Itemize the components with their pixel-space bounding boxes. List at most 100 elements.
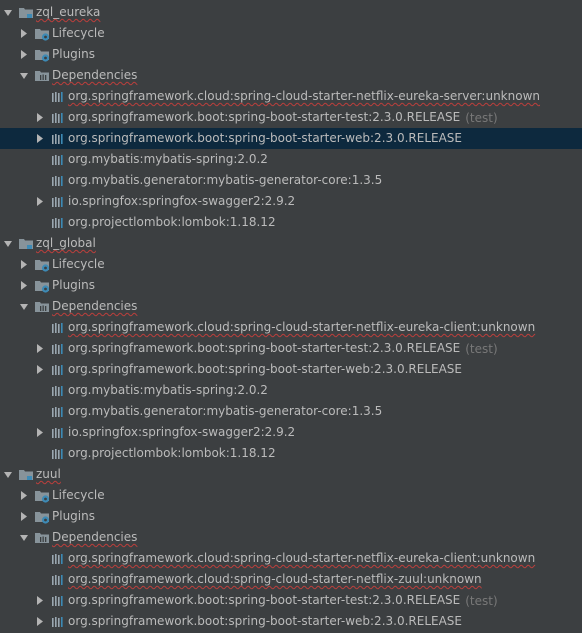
tree-row[interactable]: org.springframework.cloud:spring-cloud-s…	[0, 317, 582, 338]
chevron-right-icon[interactable]	[36, 428, 44, 438]
chevron-right-icon[interactable]	[36, 113, 44, 123]
gear-folder-icon	[34, 26, 50, 42]
chevron-down-icon[interactable]	[20, 302, 28, 312]
module-folder-icon	[18, 236, 34, 252]
library-icon	[50, 362, 66, 378]
tree-row[interactable]: zql_eureka	[0, 2, 582, 23]
tree-node-label: org.projectlombok:lombok:1.18.12	[68, 215, 276, 229]
tree-row[interactable]: org.mybatis.generator:mybatis-generator-…	[0, 170, 582, 191]
maven-projects-tree: zql_eureka Lifecycle Plugins Dependencies or…	[0, 0, 582, 633]
library-folder-icon	[34, 299, 50, 315]
tree-node-label: org.springframework.boot:spring-boot-sta…	[68, 593, 461, 607]
chevron-right-icon[interactable]	[36, 617, 44, 627]
tree-node-label: Dependencies	[52, 299, 138, 313]
dependency-scope: (test)	[465, 341, 498, 356]
tree-node-label: Plugins	[52, 278, 95, 292]
library-icon	[50, 89, 66, 105]
tree-node-label: org.mybatis.generator:mybatis-generator-…	[68, 173, 383, 187]
chevron-right-icon[interactable]	[20, 512, 28, 522]
tree-row[interactable]: zuul	[0, 464, 582, 485]
library-icon	[50, 110, 66, 126]
library-icon	[50, 614, 66, 630]
tree-node-label: org.mybatis:mybatis-spring:2.0.2	[68, 383, 268, 397]
gear-folder-icon	[34, 257, 50, 273]
tree-row[interactable]: Plugins	[0, 506, 582, 527]
gear-folder-icon	[34, 488, 50, 504]
tree-row[interactable]: org.springframework.boot:spring-boot-sta…	[0, 338, 582, 359]
tree-node-label: org.springframework.boot:spring-boot-sta…	[68, 614, 462, 628]
no-expander	[36, 386, 44, 396]
module-folder-icon	[18, 5, 34, 21]
tree-node-label: io.springfox:springfox-swagger2:2.9.2	[68, 194, 296, 208]
tree-row[interactable]: org.springframework.cloud:spring-cloud-s…	[0, 548, 582, 569]
tree-node-label: Plugins	[52, 509, 95, 523]
tree-row[interactable]: org.mybatis:mybatis-spring:2.0.2	[0, 149, 582, 170]
chevron-down-icon[interactable]	[4, 470, 12, 480]
library-icon	[50, 152, 66, 168]
library-folder-icon	[34, 68, 50, 84]
tree-row[interactable]: Lifecycle	[0, 485, 582, 506]
chevron-right-icon[interactable]	[36, 344, 44, 354]
no-expander	[36, 218, 44, 228]
tree-row[interactable]: Dependencies	[0, 65, 582, 86]
tree-node-label: org.springframework.boot:spring-boot-sta…	[68, 362, 462, 376]
tree-node-label: Dependencies	[52, 68, 138, 82]
library-icon	[50, 446, 66, 462]
chevron-right-icon[interactable]	[36, 365, 44, 375]
chevron-down-icon[interactable]	[20, 533, 28, 543]
library-icon	[50, 215, 66, 231]
tree-row[interactable]: org.springframework.boot:spring-boot-sta…	[0, 128, 582, 149]
tree-node-label: Lifecycle	[52, 26, 105, 40]
chevron-right-icon[interactable]	[20, 29, 28, 39]
chevron-right-icon[interactable]	[20, 281, 28, 291]
no-expander	[36, 176, 44, 186]
library-icon	[50, 404, 66, 420]
tree-row[interactable]: org.springframework.boot:spring-boot-sta…	[0, 611, 582, 632]
tree-row[interactable]: Dependencies	[0, 296, 582, 317]
tree-node-label: zql_eureka	[36, 5, 101, 19]
tree-row[interactable]: org.springframework.cloud:spring-cloud-s…	[0, 86, 582, 107]
tree-node-label: Plugins	[52, 47, 95, 61]
tree-node-label: org.springframework.boot:spring-boot-sta…	[68, 110, 461, 124]
tree-node-label: org.mybatis.generator:mybatis-generator-…	[68, 404, 383, 418]
chevron-right-icon[interactable]	[20, 50, 28, 60]
chevron-right-icon[interactable]	[36, 596, 44, 606]
tree-node-label: org.springframework.cloud:spring-cloud-s…	[68, 551, 536, 565]
tree-row[interactable]: Lifecycle	[0, 254, 582, 275]
tree-row[interactable]: Plugins	[0, 44, 582, 65]
chevron-down-icon[interactable]	[20, 71, 28, 81]
tree-node-label: org.projectlombok:lombok:1.18.12	[68, 446, 276, 460]
chevron-right-icon[interactable]	[36, 134, 44, 144]
library-icon	[50, 425, 66, 441]
tree-row[interactable]: Dependencies	[0, 527, 582, 548]
tree-node-label: Lifecycle	[52, 257, 105, 271]
tree-row[interactable]: Plugins	[0, 275, 582, 296]
tree-node-label: io.springfox:springfox-swagger2:2.9.2	[68, 425, 296, 439]
library-icon	[50, 341, 66, 357]
tree-row[interactable]: zql_global	[0, 233, 582, 254]
tree-node-label: org.springframework.cloud:spring-cloud-s…	[68, 89, 541, 103]
gear-folder-icon	[34, 509, 50, 525]
tree-row[interactable]: org.mybatis:mybatis-spring:2.0.2	[0, 380, 582, 401]
chevron-down-icon[interactable]	[4, 8, 12, 18]
tree-row[interactable]: org.springframework.cloud:spring-cloud-s…	[0, 569, 582, 590]
tree-row[interactable]: org.springframework.boot:spring-boot-sta…	[0, 590, 582, 611]
dependency-scope: (test)	[465, 593, 498, 608]
chevron-right-icon[interactable]	[36, 197, 44, 207]
library-icon	[50, 194, 66, 210]
chevron-right-icon[interactable]	[20, 491, 28, 501]
tree-row[interactable]: org.projectlombok:lombok:1.18.12	[0, 443, 582, 464]
tree-node-label: org.springframework.boot:spring-boot-sta…	[68, 131, 462, 145]
tree-row[interactable]: org.mybatis.generator:mybatis-generator-…	[0, 401, 582, 422]
tree-row[interactable]: org.springframework.boot:spring-boot-sta…	[0, 359, 582, 380]
chevron-down-icon[interactable]	[4, 239, 12, 249]
tree-node-label: Lifecycle	[52, 488, 105, 502]
chevron-right-icon[interactable]	[20, 260, 28, 270]
tree-row[interactable]: io.springfox:springfox-swagger2:2.9.2	[0, 422, 582, 443]
gear-folder-icon	[34, 47, 50, 63]
tree-row[interactable]: Lifecycle	[0, 23, 582, 44]
tree-row[interactable]: io.springfox:springfox-swagger2:2.9.2	[0, 191, 582, 212]
no-expander	[36, 92, 44, 102]
tree-row[interactable]: org.springframework.boot:spring-boot-sta…	[0, 107, 582, 128]
tree-row[interactable]: org.projectlombok:lombok:1.18.12	[0, 212, 582, 233]
